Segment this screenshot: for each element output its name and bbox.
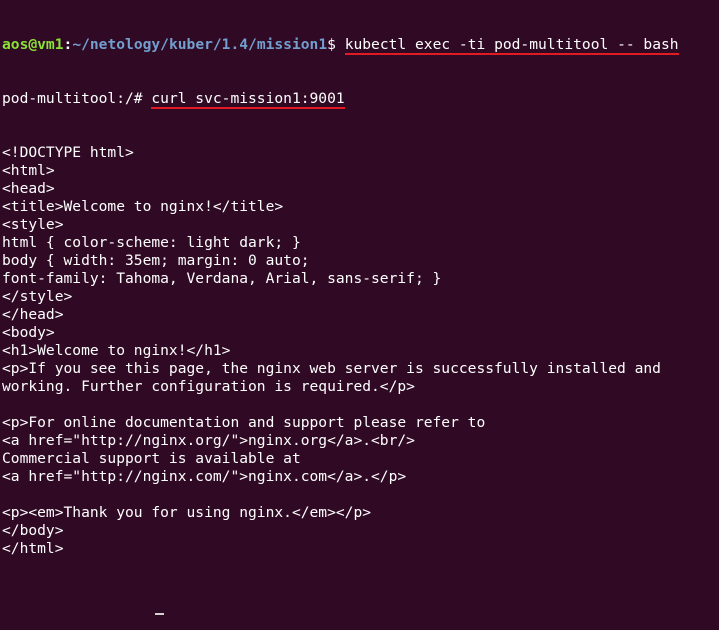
- output-line: <!DOCTYPE html>: [2, 144, 134, 161]
- output-line: </style>: [2, 288, 73, 305]
- output-line: <h1>Welcome to nginx!</h1>: [2, 342, 231, 359]
- pod-prompt: pod-multitool:/#: [2, 90, 152, 107]
- output-line: <p>If you see this page, the nginx web s…: [2, 360, 661, 377]
- prompt-dollar: $: [327, 36, 345, 53]
- terminal-cursor: [155, 613, 164, 615]
- output-line: <html>: [2, 162, 55, 179]
- prompt-separator: :: [63, 36, 73, 53]
- output-line: </body>: [2, 522, 64, 539]
- output-line: font-family: Tahoma, Verdana, Arial, san…: [2, 270, 442, 287]
- curl-command: curl svc-mission1:9001: [151, 90, 345, 109]
- prompt-line-host: aos@vm1:~/netology/kuber/1.4/mission1$ k…: [2, 36, 717, 55]
- output-line: <a href="http://nginx.org/">nginx.org</a…: [2, 432, 415, 449]
- output-line: </html>: [2, 540, 64, 557]
- output-line: Commercial support is available at: [2, 450, 301, 467]
- output-line: </head>: [2, 306, 64, 323]
- output-line: <head>: [2, 180, 55, 197]
- input-line[interactable]: [2, 594, 717, 615]
- output-line: <title>Welcome to nginx!</title>: [2, 198, 284, 215]
- output-line: <p>For online documentation and support …: [2, 414, 486, 431]
- output-line: <style>: [2, 216, 64, 233]
- output-line: <a href="http://nginx.com/">nginx.com</a…: [2, 468, 407, 485]
- output-line: body { width: 35em; margin: 0 auto;: [2, 252, 310, 269]
- prompt-user-host: aos@vm1: [2, 36, 64, 53]
- command-output: <!DOCTYPE html> <html> <head> <title>Welcom…: [2, 144, 717, 558]
- output-line: working. Further configuration is requir…: [2, 378, 415, 395]
- output-line: <body>: [2, 324, 55, 341]
- output-line: <p><em>Thank you for using nginx.</em></…: [2, 504, 372, 521]
- output-line: html { color-scheme: light dark; }: [2, 234, 301, 251]
- terminal-window[interactable]: aos@vm1:~/netology/kuber/1.4/mission1$ k…: [2, 0, 717, 615]
- prompt-path: ~/netology/kuber/1.4/mission1: [72, 36, 328, 53]
- prompt-line-pod: pod-multitool:/# curl svc-mission1:9001: [2, 90, 717, 109]
- kubectl-command: kubectl exec -ti pod-multitool -- bash: [344, 36, 679, 55]
